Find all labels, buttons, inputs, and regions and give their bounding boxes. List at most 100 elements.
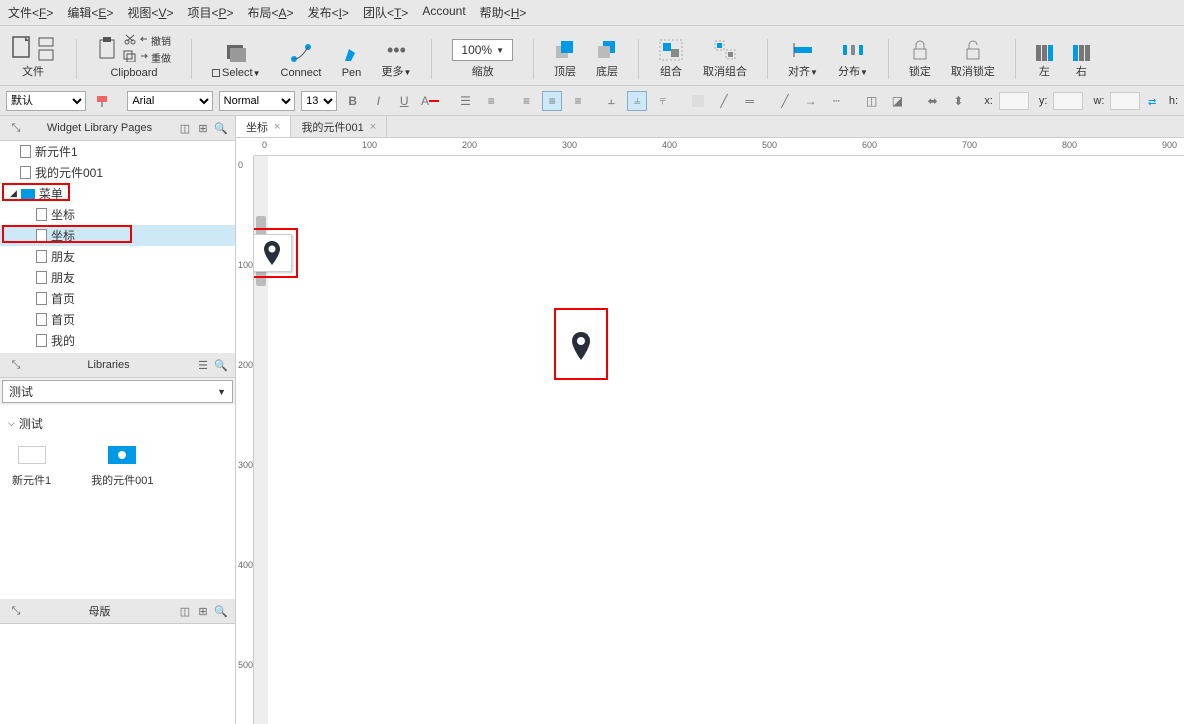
distribute-icon [841,39,865,61]
tree-item[interactable]: 朋友 [0,267,235,288]
tree-item[interactable]: 我的 [0,330,235,351]
tree-item-selected[interactable]: 坐标 [0,225,235,246]
add-master-icon[interactable]: ◫ [177,603,193,619]
tab[interactable]: 我的元件001× [291,116,387,137]
tab-active[interactable]: 坐标× [236,116,291,137]
tool-distribute-group[interactable]: 分布▼ [838,39,868,79]
tool-left-group[interactable]: 左 [1036,45,1053,79]
tool-pen-group[interactable]: Pen [341,41,361,79]
close-icon[interactable]: × [274,121,280,133]
tree-item-folder[interactable]: ◢菜单 [0,183,235,204]
search-icon[interactable]: 🔍 [213,357,229,373]
line-width-button[interactable]: ═ [740,91,760,111]
new-file-icon[interactable] [10,35,34,61]
menu-team[interactable]: 团队<T> [363,4,408,21]
tool-lock-group[interactable]: 锁定 [909,39,931,79]
menu-view[interactable]: 视图<V> [127,4,173,21]
paste-icon[interactable] [97,36,119,62]
library-select[interactable]: 测试▼ [2,380,233,403]
w-input[interactable] [1110,92,1140,110]
tool-ungroup-btn[interactable]: 取消组合 [703,39,747,79]
font-select[interactable]: Arial [127,91,212,111]
cut-icon[interactable] [123,33,137,45]
tool-bottom-group[interactable]: 底层 [596,39,618,79]
tool-select-group[interactable]: Select▼ [212,41,261,79]
line-pattern-button[interactable]: ┄ [827,91,847,111]
valign-middle-button[interactable]: ⫨ [627,91,647,111]
collapse-icon[interactable]: ⤡ [8,357,24,373]
menu-help[interactable]: 帮助<H> [480,4,527,21]
add-folder-icon[interactable]: ⊞ [195,120,211,136]
location-pin-icon[interactable] [569,330,593,362]
y-input[interactable] [1053,92,1083,110]
align-right-button[interactable]: ≡ [568,91,588,111]
outer-shadow-button[interactable]: ◫ [862,91,882,111]
tree-item[interactable]: 首页 [0,309,235,330]
menu-layout[interactable]: 布局<A> [248,4,294,21]
underline-button[interactable]: U [394,91,414,111]
collapse-icon[interactable]: ⤡ [8,120,24,136]
inner-shadow-button[interactable]: ◪ [888,91,908,111]
tree-item[interactable]: 朋友 [0,246,235,267]
search-icon[interactable]: 🔍 [213,120,229,136]
lib-item[interactable]: 新元件1 [12,446,51,488]
line-style-button[interactable]: ╱ [775,91,795,111]
bold-button[interactable]: B [343,91,363,111]
align-left-button[interactable]: ≡ [517,91,537,111]
menu-edit[interactable]: 编辑<E> [67,4,113,21]
tool-file-group: 文件 [10,35,56,79]
tool-more-group[interactable]: ••• 更多▼ [381,40,411,79]
ungroup-icon [713,39,737,61]
arrow-style-button[interactable]: → [801,91,821,111]
lib-item[interactable]: 我的元件001 [91,446,153,488]
valign-bottom-button[interactable]: ⫧ [653,91,673,111]
padding-v-button[interactable]: ⬍ [949,91,969,111]
menu-account[interactable]: Account [422,4,465,21]
menu-project[interactable]: 项目<P> [187,4,233,21]
zoom-select[interactable]: 100%▼ [452,39,513,61]
redo-icon[interactable] [139,53,149,63]
tool-group-btn[interactable]: 组合 [659,39,683,79]
add-folder-icon[interactable]: ⊞ [195,603,211,619]
fill-color-button[interactable] [688,91,708,111]
style-select[interactable]: 默认 [6,91,86,111]
tool-top-group[interactable]: 顶层 [554,39,576,79]
menu-publish[interactable]: 发布<I> [308,4,349,21]
masters-title: 母版 [24,603,175,619]
align-center-button[interactable]: ≡ [542,91,562,111]
padding-h-button[interactable]: ⬌ [923,91,943,111]
tool-align-group[interactable]: 对齐▼ [788,39,818,79]
close-icon[interactable]: × [370,121,376,133]
tool-right-group[interactable]: 右 [1073,45,1090,79]
unlock-icon [964,39,982,61]
x-input[interactable] [999,92,1029,110]
lock-ratio-icon[interactable]: ⇄ [1146,94,1158,108]
tool-unlock-group[interactable]: 取消锁定 [951,39,995,79]
left-panel: ⤡ Widget Library Pages ◫ ⊞ 🔍 新元件1 我的元件00… [0,116,236,724]
menu-icon[interactable]: ☰ [195,357,211,373]
tree-item[interactable]: 我的元件001 [0,162,235,183]
size-select[interactable]: 13 [301,91,337,111]
font-color-button[interactable]: A [420,91,440,111]
paint-format-icon[interactable] [92,91,112,111]
add-page-icon[interactable]: ◫ [177,120,193,136]
lib-section[interactable]: ⌵测试 [6,411,229,436]
line-spacing-button[interactable]: ≡ [481,91,501,111]
canvas[interactable] [254,156,1184,724]
collapse-icon[interactable]: ⤡ [8,603,24,619]
bullet-list-button[interactable]: ☰ [456,91,476,111]
tree-item[interactable]: 坐标 [0,204,235,225]
copy-icon[interactable] [123,50,137,62]
weight-select[interactable]: Normal [219,91,295,111]
italic-button[interactable]: I [369,91,389,111]
save-file-icon[interactable] [38,49,56,61]
menu-file[interactable]: 文件<F> [8,4,53,21]
valign-top-button[interactable]: ⫠ [602,91,622,111]
line-color-button[interactable]: ╱ [714,91,734,111]
undo-icon[interactable] [139,36,149,46]
open-file-icon[interactable] [38,35,56,47]
tool-connect-group[interactable]: Connect [281,41,322,79]
tree-item[interactable]: 首页 [0,288,235,309]
tree-item[interactable]: 新元件1 [0,141,235,162]
search-icon[interactable]: 🔍 [213,603,229,619]
